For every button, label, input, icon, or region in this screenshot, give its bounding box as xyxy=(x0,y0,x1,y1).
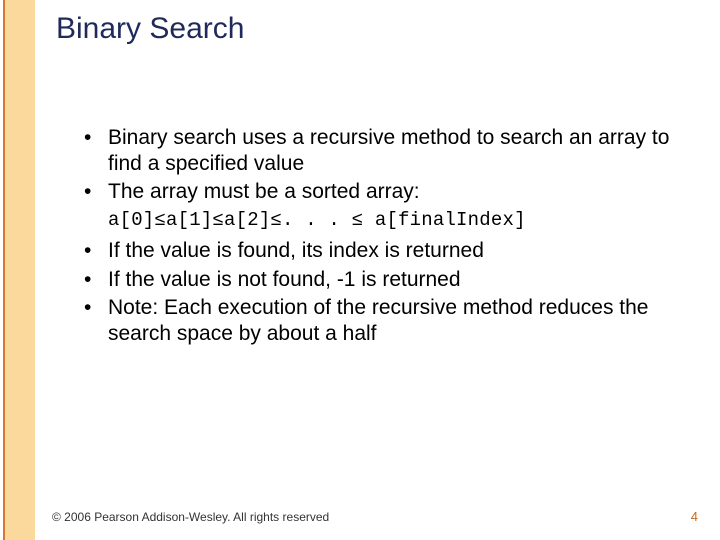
bullet-item: Binary search uses a recursive method to… xyxy=(80,125,670,176)
bullet-item: If the value is found, its index is retu… xyxy=(80,238,670,264)
bullet-item: The array must be a sorted array: xyxy=(80,179,670,205)
bullet-text: If the value is found, its index is retu… xyxy=(108,239,484,262)
bullet-item: Note: Each execution of the recursive me… xyxy=(80,295,670,346)
bullet-text: Note: Each execution of the recursive me… xyxy=(108,296,648,345)
bullet-text: If the value is not found, -1 is returne… xyxy=(108,268,461,291)
bullet-group-b: If the value is found, its index is retu… xyxy=(80,238,670,346)
sidebar-accent-band xyxy=(5,0,35,540)
bullet-item: If the value is not found, -1 is returne… xyxy=(80,267,670,293)
bullet-group-a: Binary search uses a recursive method to… xyxy=(80,125,670,205)
slide-body: Binary search uses a recursive method to… xyxy=(80,125,670,349)
bullet-text: The array must be a sorted array: xyxy=(108,180,420,203)
slide-title: Binary Search xyxy=(56,12,244,46)
sidebar-accent-rule xyxy=(3,0,5,540)
page-number: 4 xyxy=(691,509,698,524)
bullet-text: Binary search uses a recursive method to… xyxy=(108,126,669,175)
code-snippet: a[0]≤a[1]≤a[2]≤. . . ≤ a[finalIndex] xyxy=(108,209,670,232)
copyright-footer: © 2006 Pearson Addison-Wesley. All right… xyxy=(52,510,329,524)
